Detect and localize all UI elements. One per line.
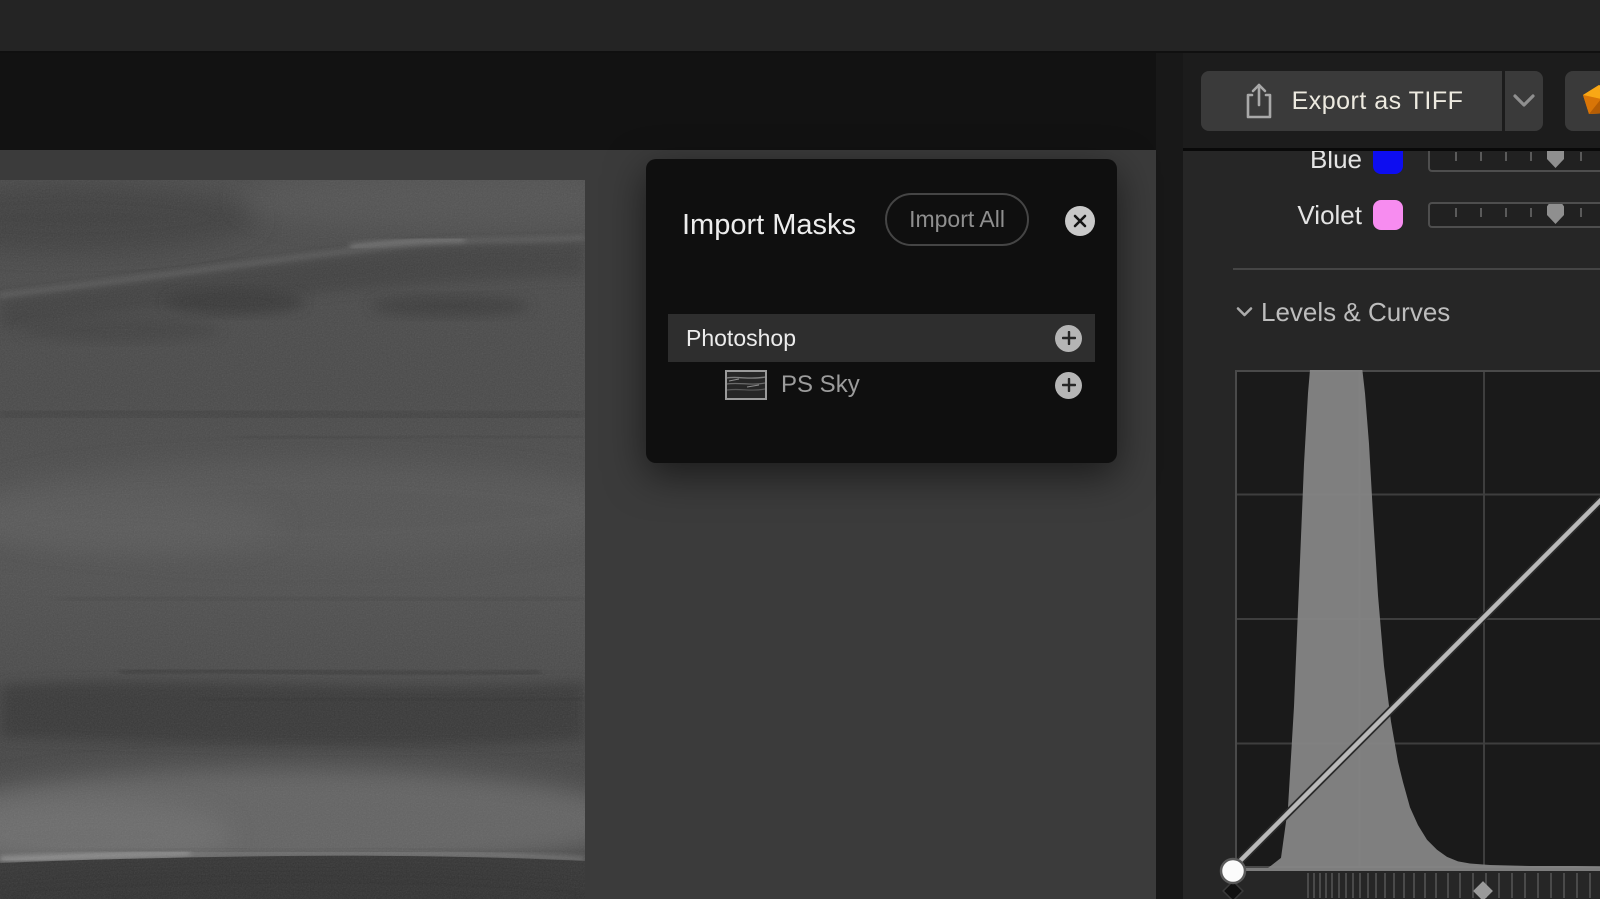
import-masks-dialog: Import Masks Import All Photoshop PS Sky (646, 159, 1117, 463)
chevron-down-icon (1512, 93, 1536, 109)
color-swatch-blue[interactable] (1373, 151, 1403, 174)
share-icon (1240, 81, 1278, 121)
color-row-violet: Violet (1183, 193, 1600, 237)
plus-icon (1061, 378, 1076, 392)
mask-row-ps-sky[interactable]: PS Sky (668, 362, 1095, 408)
export-button-label: Export as TIFF (1291, 86, 1464, 115)
dialog-title: Import Masks (682, 209, 857, 241)
mask-name-label: PS Sky (781, 371, 860, 398)
close-icon (1073, 214, 1087, 228)
color-swatch-violet[interactable] (1373, 200, 1403, 230)
export-format-dropdown[interactable] (1505, 71, 1543, 131)
add-group-button[interactable] (1055, 324, 1082, 352)
levels-curves-header[interactable]: Levels & Curves (1236, 295, 1450, 329)
slider-thumb-blue[interactable] (1547, 151, 1564, 168)
photo-preview-dunes (0, 180, 585, 899)
color-label-blue: Blue (1309, 151, 1362, 174)
plus-icon (1061, 331, 1076, 345)
mask-thumbnail (725, 370, 767, 400)
mask-group-label: Photoshop (686, 324, 796, 351)
add-mask-button[interactable] (1055, 371, 1082, 399)
export-button[interactable]: Export as TIFF (1201, 71, 1502, 131)
panel-gutter (1156, 53, 1183, 899)
main-toolbar (0, 53, 1156, 150)
chevron-down-icon (1236, 306, 1253, 318)
title-bar (0, 0, 1600, 53)
section-title: Levels & Curves (1261, 296, 1451, 327)
import-all-label: Import All (909, 206, 1005, 232)
close-button[interactable] (1065, 206, 1095, 236)
levels-curves-histogram[interactable] (1215, 370, 1600, 899)
mask-group-row-photoshop[interactable]: Photoshop (668, 314, 1095, 362)
slider-thumb-violet[interactable] (1547, 204, 1564, 224)
orange-gem-icon (1583, 85, 1600, 117)
hue-slider-blue[interactable] (1428, 151, 1600, 172)
app-badge-button[interactable] (1565, 71, 1600, 131)
export-toolbar: Export as TIFF (1183, 53, 1600, 151)
levels-handle (1473, 881, 1493, 899)
edit-panel: Blue Violet Levels & Curves (1183, 151, 1600, 899)
import-all-button[interactable]: Import All (885, 193, 1029, 246)
luminar-app-window: Export as TIFF Import Masks Import All P… (0, 0, 1600, 899)
color-row-blue: Blue (1183, 151, 1600, 181)
color-label-violet: Violet (1297, 200, 1362, 230)
section-divider (1233, 268, 1600, 270)
hue-slider-violet[interactable] (1428, 202, 1600, 228)
